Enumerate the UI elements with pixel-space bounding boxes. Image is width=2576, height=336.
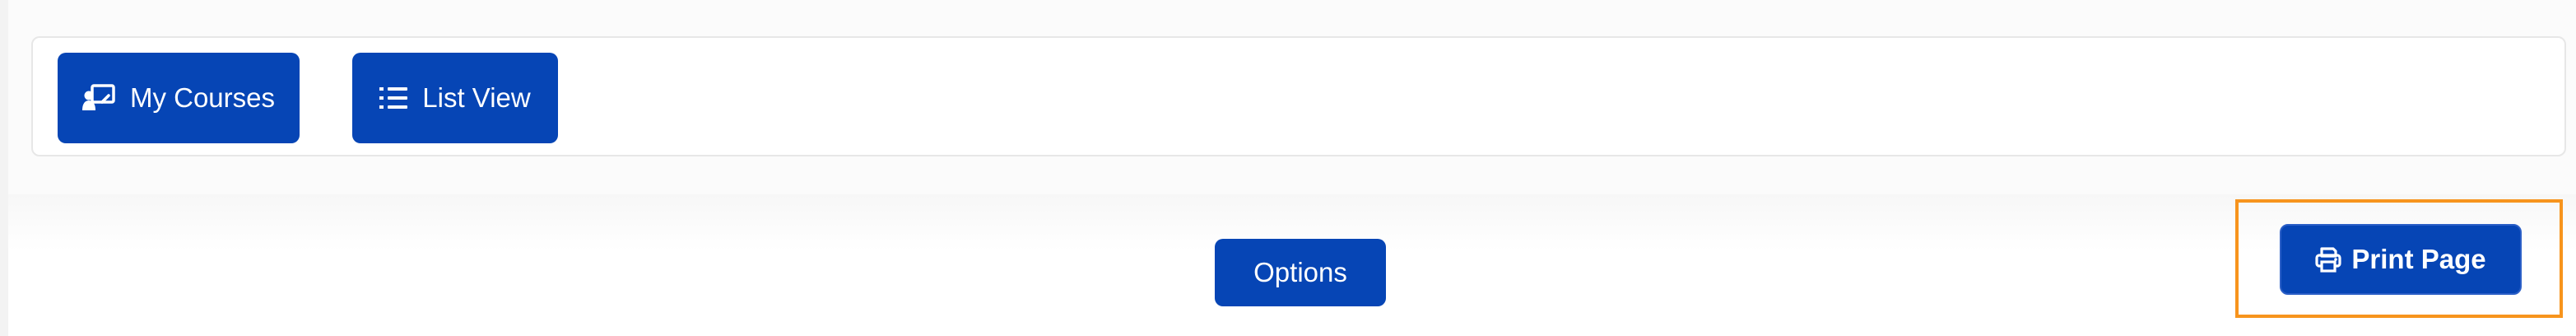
list-view-label: List View — [422, 82, 531, 113]
my-courses-button[interactable]: My Courses — [58, 53, 300, 143]
printer-icon — [2315, 246, 2341, 273]
page: My Courses List View Options Print Page — [0, 0, 2576, 336]
chalkboard-teacher-icon — [81, 84, 115, 112]
list-view-button[interactable]: List View — [352, 53, 558, 143]
print-page-button[interactable]: Print Page — [2280, 224, 2522, 295]
print-page-label: Print Page — [2351, 244, 2486, 274]
options-label: Options — [1253, 257, 1347, 287]
my-courses-label: My Courses — [129, 82, 276, 113]
list-icon — [379, 86, 408, 110]
left-edge — [0, 0, 8, 336]
options-button[interactable]: Options — [1215, 239, 1386, 306]
